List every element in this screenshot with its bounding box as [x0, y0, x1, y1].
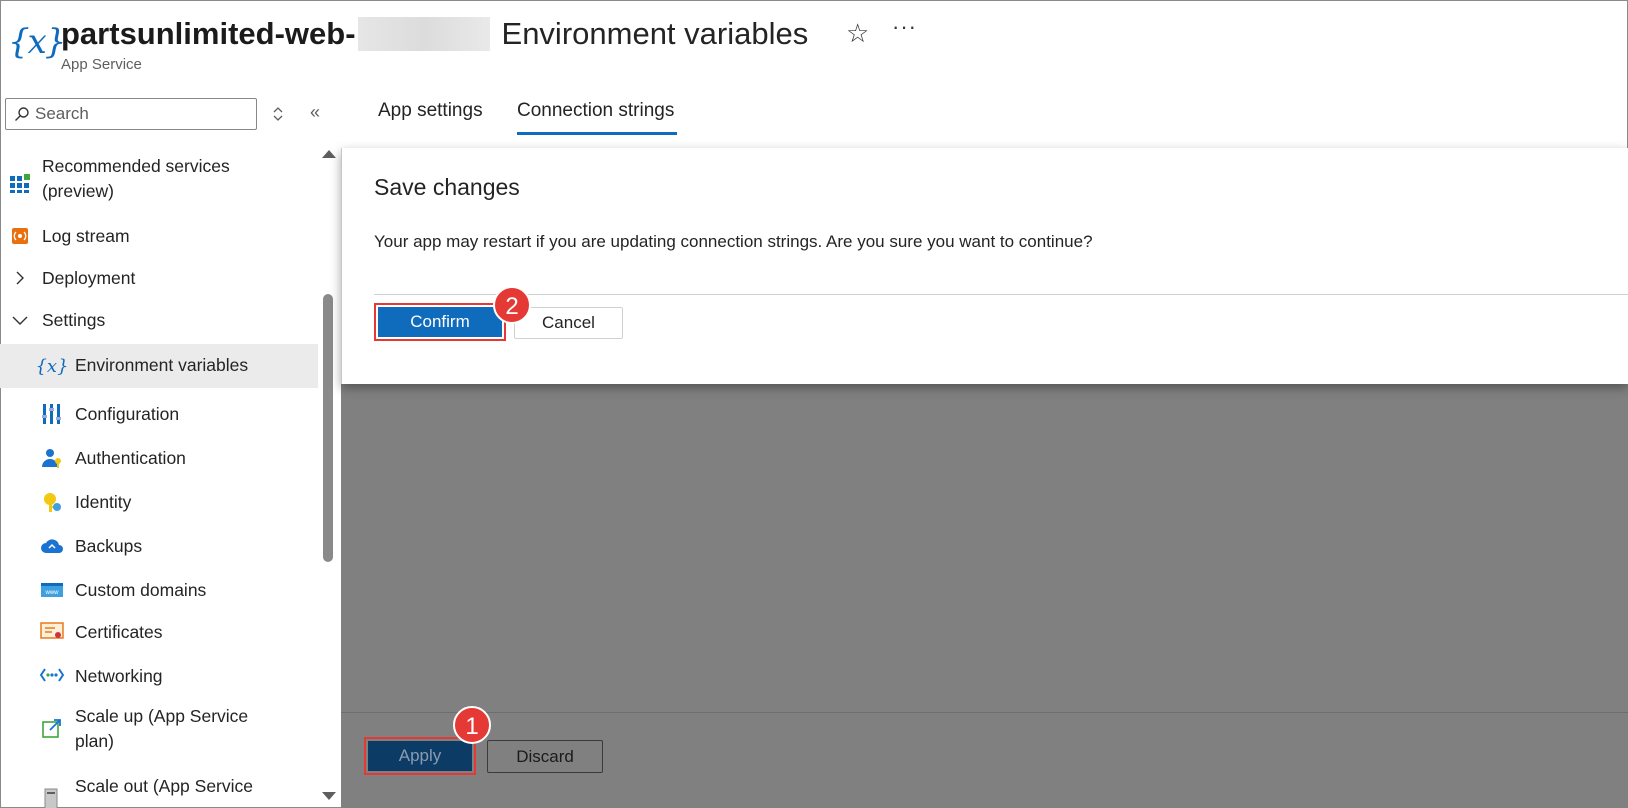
sidebar-item-label: Deployment: [42, 268, 136, 288]
chevron-down-icon: [8, 308, 32, 332]
step-badge: 2: [493, 286, 531, 324]
sidebar-item-label: Certificates: [75, 622, 163, 642]
tab-app-settings[interactable]: App settings: [378, 100, 483, 122]
sidebar-item-label: Scale out (App Service: [75, 776, 254, 796]
sidebar-item-scale-out[interactable]: Scale out (App Service: [0, 772, 318, 808]
sidebar-item-environment-variables[interactable]: {x} Environment variables: [0, 344, 318, 388]
sidebar-item-backups[interactable]: Backups: [0, 530, 318, 564]
scroll-down-arrow-icon[interactable]: [322, 792, 336, 800]
sidebar-item-label-line2: (preview): [42, 181, 114, 201]
search-box[interactable]: [5, 98, 257, 130]
sidebar-item-label: Networking: [75, 666, 163, 686]
sidebar-item-authentication[interactable]: Authentication: [0, 442, 318, 476]
certificates-icon: [40, 620, 64, 644]
sidebar-item-log-stream[interactable]: Log stream: [0, 222, 318, 252]
save-changes-dialog: Save changes Your app may restart if you…: [341, 148, 1628, 384]
collapse-sidebar-button[interactable]: «: [310, 102, 320, 123]
sidebar-item-custom-domains[interactable]: www Custom domains: [0, 574, 318, 608]
scroll-up-arrow-icon[interactable]: [322, 150, 336, 158]
sidebar-item-configuration[interactable]: Configuration: [0, 398, 318, 432]
sidebar-item-label: Configuration: [75, 404, 180, 424]
custom-domains-icon: www: [40, 578, 64, 602]
confirm-button[interactable]: Confirm: [374, 303, 506, 341]
discard-button[interactable]: Discard: [487, 740, 603, 773]
resource-name: partsunlimited-web-: [61, 16, 356, 51]
backups-icon: [40, 534, 64, 558]
sidebar-item-settings[interactable]: Settings: [0, 306, 318, 336]
cancel-button[interactable]: Cancel: [514, 307, 623, 339]
scrollbar-thumb[interactable]: [323, 294, 333, 562]
sidebar-item-certificates[interactable]: Certificates: [0, 616, 318, 650]
more-options-button[interactable]: ···: [892, 14, 917, 40]
scale-up-icon: [40, 716, 64, 740]
page-heading: Environment variables: [501, 16, 809, 51]
sidebar: Recommended services (preview) Log strea…: [0, 148, 318, 808]
active-tab-indicator: [517, 132, 677, 135]
authentication-icon: [40, 446, 64, 470]
dialog-title: Save changes: [374, 174, 520, 200]
divider: [374, 294, 1628, 295]
svg-text:www: www: [45, 590, 60, 596]
grid-icon: [8, 170, 32, 194]
sidebar-item-label: Log stream: [42, 226, 130, 246]
identity-icon: [40, 490, 64, 514]
environment-variables-icon: {x}: [8, 22, 66, 62]
sidebar-item-label: Environment variables: [75, 355, 249, 375]
step-badge: 1: [453, 706, 491, 744]
apply-button[interactable]: Apply: [364, 737, 476, 775]
sidebar-item-label: Recommended services: [42, 156, 230, 176]
star-icon[interactable]: ☆: [846, 18, 869, 49]
sidebar-item-label: Identity: [75, 492, 132, 512]
sidebar-item-scale-up[interactable]: Scale up (App Service plan): [0, 702, 318, 756]
sidebar-item-label: Custom domains: [75, 580, 207, 600]
chevron-right-icon: [8, 266, 32, 290]
resource-type-label: App Service: [61, 56, 142, 73]
sidebar-item-identity[interactable]: Identity: [0, 486, 318, 520]
footer-divider: [341, 712, 1628, 713]
tab-connection-strings[interactable]: Connection strings: [517, 100, 674, 122]
sidebar-item-label-line2: plan): [75, 731, 114, 751]
sort-icon[interactable]: [270, 104, 286, 124]
redacted-text: [357, 17, 490, 51]
sidebar-item-label: Authentication: [75, 448, 186, 468]
environment-variables-icon: {x}: [35, 355, 69, 377]
sidebar-item-label: Settings: [42, 310, 106, 330]
sidebar-item-label: Backups: [75, 536, 143, 556]
search-input[interactable]: [35, 104, 245, 124]
sidebar-item-label: Scale up (App Service: [75, 706, 249, 726]
networking-icon: [40, 664, 64, 688]
page-title: partsunlimited-web- Environment variable…: [61, 14, 808, 54]
search-icon: [15, 107, 29, 121]
dialog-message: Your app may restart if you are updating…: [374, 232, 1093, 251]
sidebar-item-networking[interactable]: Networking: [0, 660, 318, 694]
sidebar-item-deployment[interactable]: Deployment: [0, 264, 318, 294]
log-stream-icon: [8, 224, 32, 248]
configuration-icon: [40, 402, 64, 426]
sidebar-item-recommended-services[interactable]: Recommended services (preview): [0, 154, 318, 206]
scale-out-icon: [40, 786, 64, 808]
